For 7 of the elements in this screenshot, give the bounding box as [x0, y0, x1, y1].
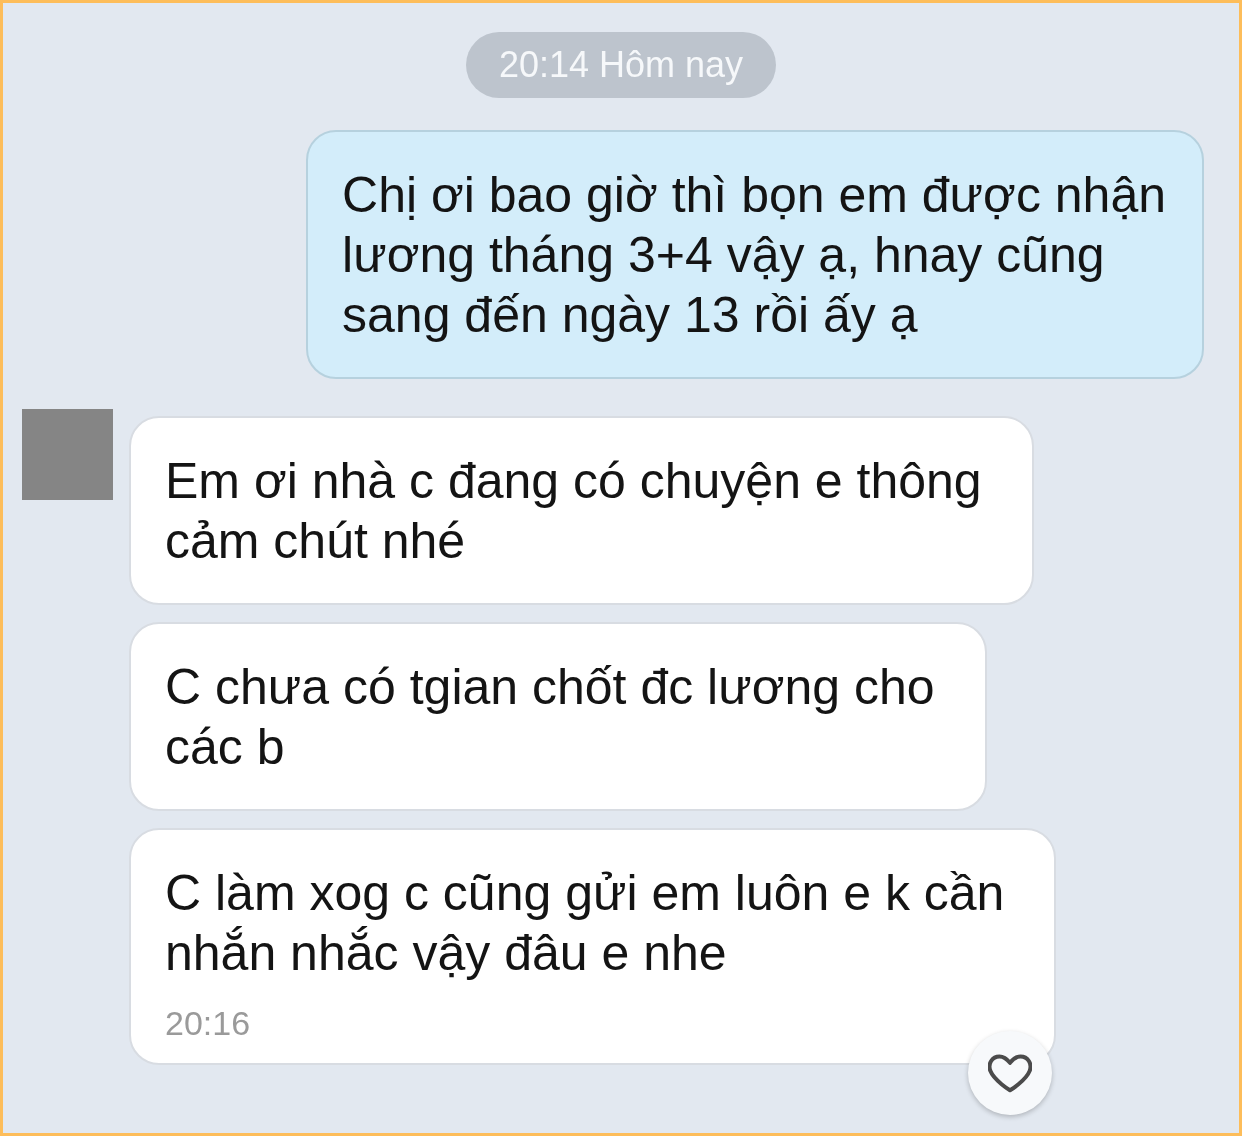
- message-text: Em ơi nhà c đang có chuyện e thông cảm chút nhé: [165, 452, 982, 571]
- time-divider: 20:14 Hôm nay: [465, 32, 777, 98]
- reaction-button[interactable]: [968, 1031, 1053, 1115]
- message-text: C chưa có tgian chốt đc lương cho các b: [165, 658, 935, 777]
- message-time: 20:16: [165, 1003, 251, 1044]
- message-text: Chị ơi bao giờ thì bọn em được nhận lương tháng 3+4 vậy ạ, hnay cũng sang đến ngày 13 rồi ấy ạ: [342, 166, 1166, 345]
- message-text: C làm xog c cũng gửi em luôn e k cần nhắn nhắc vậy đâu e nhe: [165, 864, 1005, 983]
